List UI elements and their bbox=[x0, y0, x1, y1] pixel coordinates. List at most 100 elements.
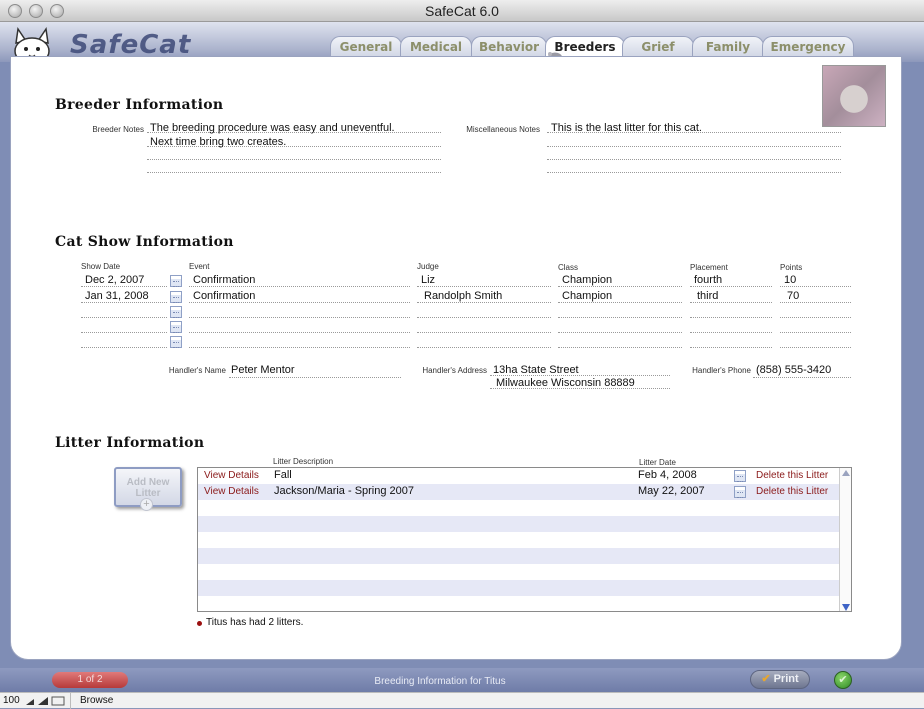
breeder-notes-line bbox=[147, 172, 441, 173]
litter-description-field[interactable]: Fall bbox=[274, 469, 292, 481]
calendar-icon[interactable] bbox=[170, 321, 182, 333]
show-row-line bbox=[189, 286, 410, 287]
judge-field[interactable]: Randolph Smith bbox=[424, 290, 502, 302]
handler-phone-label: Handler's Phone bbox=[692, 366, 751, 375]
tab-label: General bbox=[339, 40, 393, 54]
add-litter-label: Add New bbox=[126, 477, 170, 488]
class-field[interactable]: Champion bbox=[562, 274, 612, 286]
calendar-icon[interactable] bbox=[734, 486, 746, 498]
title-bar: SafeCat 6.0 bbox=[0, 0, 924, 22]
placement-field[interactable]: third bbox=[697, 290, 718, 302]
print-button[interactable]: ✔ Print bbox=[750, 670, 810, 689]
litter-description-field[interactable]: Jackson/Maria - Spring 2007 bbox=[274, 485, 414, 497]
show-row-line bbox=[417, 302, 551, 303]
scroll-down-arrow-icon[interactable] bbox=[842, 604, 850, 611]
breeder-info-title: Breeder Information bbox=[55, 97, 224, 113]
show-row-line bbox=[81, 286, 167, 287]
show-row-line bbox=[780, 332, 851, 333]
show-row-line bbox=[417, 332, 551, 333]
show-row-line bbox=[690, 286, 772, 287]
points-field[interactable]: 10 bbox=[784, 274, 796, 286]
cat-photo[interactable] bbox=[822, 65, 886, 127]
tab-label: Grief bbox=[641, 40, 675, 54]
litter-scrollbar[interactable] bbox=[839, 468, 851, 611]
breeder-notes-label: Breeder Notes bbox=[92, 125, 144, 134]
bullet-icon bbox=[197, 621, 202, 626]
show-row-line bbox=[417, 317, 551, 318]
calendar-icon[interactable] bbox=[170, 291, 182, 303]
zoom-controls-icon[interactable] bbox=[24, 696, 68, 706]
event-field[interactable]: Confirmation bbox=[193, 274, 255, 286]
handler-phone-field[interactable]: (858) 555-3420 bbox=[756, 364, 831, 376]
litter-date-field[interactable]: Feb 4, 2008 bbox=[638, 469, 697, 481]
litter-row-empty bbox=[198, 548, 839, 564]
view-details-link[interactable]: View Details bbox=[204, 486, 259, 497]
show-row-line bbox=[81, 347, 167, 348]
points-header: Points bbox=[780, 263, 803, 272]
litter-row-empty bbox=[198, 532, 839, 548]
app-window: SafeCat 6.0 SafeCat General Medical Beha… bbox=[0, 0, 924, 709]
tab-general[interactable]: General bbox=[330, 36, 402, 58]
ok-checkmark-button[interactable]: ✔ bbox=[834, 671, 852, 689]
points-field[interactable]: 70 bbox=[787, 290, 799, 302]
mode-indicator[interactable]: Browse bbox=[80, 695, 113, 706]
show-date-field[interactable]: Dec 2, 2007 bbox=[85, 274, 144, 286]
placement-header: Placement bbox=[690, 263, 728, 272]
tab-grief[interactable]: Grief bbox=[622, 36, 694, 58]
calendar-icon[interactable] bbox=[170, 336, 182, 348]
litter-list: View Details Fall Feb 4, 2008 Delete thi… bbox=[197, 467, 852, 612]
judge-field[interactable]: Liz bbox=[421, 274, 435, 286]
show-row-line bbox=[189, 332, 410, 333]
tab-emergency[interactable]: Emergency bbox=[762, 36, 854, 58]
misc-notes-field[interactable]: This is the last litter for this cat. bbox=[551, 122, 702, 134]
show-row-line bbox=[780, 317, 851, 318]
show-row-line bbox=[558, 332, 682, 333]
litter-date-field[interactable]: May 22, 2007 bbox=[638, 485, 705, 497]
litter-date-header: Litter Date bbox=[639, 458, 676, 467]
show-row-line bbox=[690, 317, 772, 318]
show-row-line bbox=[558, 347, 682, 348]
calendar-icon[interactable] bbox=[734, 470, 746, 482]
litter-info-title: Litter Information bbox=[55, 435, 205, 451]
handler-address-label: Handler's Address bbox=[422, 366, 487, 375]
delete-litter-link[interactable]: Delete this Litter bbox=[756, 470, 828, 481]
misc-notes-line bbox=[547, 172, 841, 173]
breeder-notes-field[interactable]: Next time bring two creates. bbox=[150, 136, 286, 148]
handler-name-field[interactable]: Peter Mentor bbox=[231, 364, 295, 376]
litter-row-empty bbox=[198, 500, 839, 516]
placement-field[interactable]: fourth bbox=[694, 274, 722, 286]
show-row-line bbox=[780, 347, 851, 348]
breeder-notes-field[interactable]: The breeding procedure was easy and unev… bbox=[150, 122, 395, 134]
show-date-field[interactable]: Jan 31, 2008 bbox=[85, 290, 149, 302]
event-field[interactable]: Confirmation bbox=[193, 290, 255, 302]
handler-address-field[interactable]: 13ha State Street bbox=[493, 364, 579, 376]
show-row-line bbox=[558, 286, 682, 287]
view-details-link[interactable]: View Details bbox=[204, 470, 259, 481]
show-row-line bbox=[690, 302, 772, 303]
tab-label: Family bbox=[705, 40, 751, 54]
tab-behavior[interactable]: Behavior bbox=[471, 36, 547, 58]
scroll-up-arrow-icon[interactable] bbox=[842, 470, 850, 476]
zoom-level[interactable]: 100 bbox=[3, 695, 20, 706]
show-row-line bbox=[690, 347, 772, 348]
tab-family[interactable]: Family bbox=[692, 36, 764, 58]
handler-address-field[interactable]: Milwaukee Wisconsin 88889 bbox=[496, 377, 635, 389]
litter-summary: Titus has had 2 litters. bbox=[206, 617, 304, 628]
calendar-icon[interactable] bbox=[170, 306, 182, 318]
misc-notes-line bbox=[547, 159, 841, 160]
handler-phone-line bbox=[753, 377, 851, 378]
tab-medical[interactable]: Medical bbox=[400, 36, 472, 58]
calendar-icon[interactable] bbox=[170, 275, 182, 287]
judge-header: Judge bbox=[417, 262, 439, 271]
show-row-line bbox=[558, 302, 682, 303]
show-date-header: Show Date bbox=[81, 262, 121, 271]
litter-description-header: Litter Description bbox=[273, 457, 334, 466]
show-row-line bbox=[690, 332, 772, 333]
footer-caption: Breeding Information for Titus bbox=[374, 676, 506, 687]
record-pager[interactable]: 1 of 2 bbox=[52, 672, 128, 688]
class-field[interactable]: Champion bbox=[562, 290, 612, 302]
checkmark-icon: ✔ bbox=[761, 673, 771, 685]
tab-breeders[interactable]: Breeders bbox=[545, 36, 625, 63]
class-header: Class bbox=[558, 263, 579, 272]
delete-litter-link[interactable]: Delete this Litter bbox=[756, 486, 828, 497]
